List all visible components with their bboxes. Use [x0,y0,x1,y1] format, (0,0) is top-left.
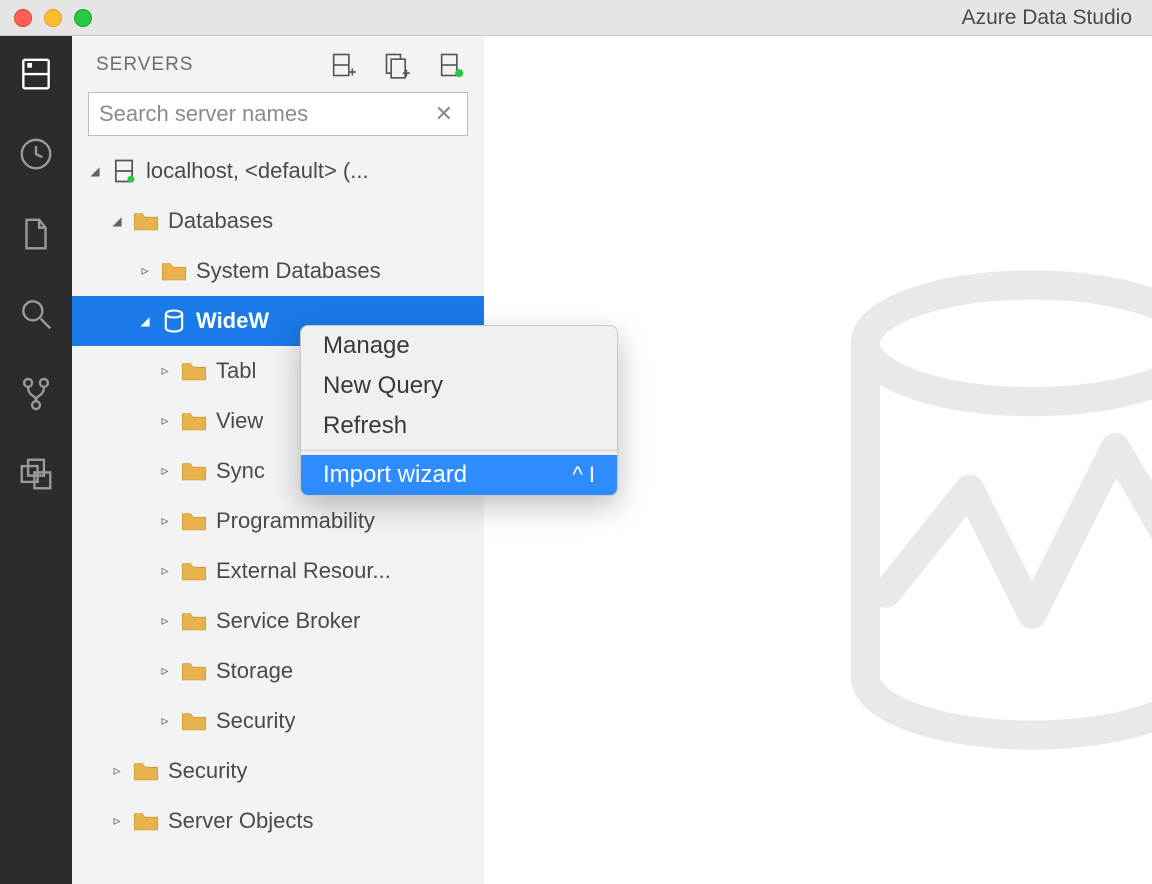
tree-server-node[interactable]: localhost, <default> (... [72,146,484,196]
clear-search-icon[interactable]: ✕ [431,101,457,127]
menu-item-label: Refresh [323,412,407,440]
menu-separator [301,450,617,451]
menu-item-new-query[interactable]: New Query [301,366,617,406]
tree-databases-node[interactable]: Databases [72,196,484,246]
tree-folder-node[interactable]: Programmability [72,496,484,546]
menu-item-manage[interactable]: Manage [301,326,617,366]
folder-icon [180,657,208,685]
tree-label: Security [168,758,247,784]
servers-activity-icon[interactable] [14,52,58,96]
tree-label: Databases [168,208,273,234]
menu-item-refresh[interactable]: Refresh [301,406,617,446]
chevron-right-icon[interactable] [156,462,174,480]
tree-label: Server Objects [168,808,314,834]
maximize-window-button[interactable] [74,9,92,27]
explorer-activity-icon[interactable] [14,212,58,256]
tree-server-objects-node[interactable]: Server Objects [72,796,484,846]
menu-item-label: Manage [323,332,410,360]
tree-label: Service Broker [216,608,360,634]
chevron-right-icon[interactable] [156,612,174,630]
sidebar-title: SERVERS [96,54,328,76]
new-connection-icon[interactable] [328,50,358,80]
show-active-connections-icon[interactable] [436,50,466,80]
window-controls [0,9,92,27]
source-control-activity-icon[interactable] [14,372,58,416]
tree-label: External Resour... [216,558,391,584]
chevron-right-icon[interactable] [136,262,154,280]
history-activity-icon[interactable] [14,132,58,176]
tree-label: Tabl [216,358,256,384]
folder-icon [180,507,208,535]
chevron-right-icon[interactable] [108,812,126,830]
chevron-right-icon[interactable] [156,512,174,530]
tree-label: localhost, <default> (... [146,158,369,184]
extensions-activity-icon[interactable] [14,452,58,496]
tree-system-databases-node[interactable]: System Databases [72,246,484,296]
folder-icon [180,707,208,735]
tree-folder-node[interactable]: Storage [72,646,484,696]
app-watermark-icon [822,260,1152,760]
tree-label: Security [216,708,295,734]
folder-icon [180,557,208,585]
close-window-button[interactable] [14,9,32,27]
chevron-down-icon[interactable] [108,212,126,230]
tree-folder-node[interactable]: Service Broker [72,596,484,646]
tree-label: Sync [216,458,265,484]
menu-item-shortcut: ^ I [572,462,595,488]
search-input[interactable] [99,101,431,127]
folder-icon [180,607,208,635]
folder-icon [180,407,208,435]
menu-item-label: New Query [323,372,443,400]
database-icon [160,307,188,335]
folder-icon [160,257,188,285]
menu-item-label: Import wizard [323,461,467,489]
minimize-window-button[interactable] [44,9,62,27]
chevron-right-icon[interactable] [156,662,174,680]
chevron-right-icon[interactable] [156,562,174,580]
chevron-right-icon[interactable] [156,412,174,430]
tree-label: Programmability [216,508,375,534]
window-title: Azure Data Studio [962,6,1132,30]
tree-label: View [216,408,263,434]
folder-icon [132,757,160,785]
new-server-group-icon[interactable] [382,50,412,80]
chevron-right-icon[interactable] [156,362,174,380]
menu-item-import-wizard[interactable]: Import wizard ^ I [301,455,617,495]
folder-icon [180,457,208,485]
tree-security-node[interactable]: Security [72,746,484,796]
chevron-right-icon[interactable] [108,762,126,780]
search-activity-icon[interactable] [14,292,58,336]
server-tree: localhost, <default> (... Databases Syst… [72,146,484,884]
server-icon [110,157,138,185]
tree-label: System Databases [196,258,381,284]
chevron-down-icon[interactable] [86,162,104,180]
folder-icon [132,807,160,835]
tree-folder-node[interactable]: Security [72,696,484,746]
titlebar: Azure Data Studio [0,0,1152,36]
activity-bar [0,36,72,884]
tree-folder-node[interactable]: External Resour... [72,546,484,596]
search-box[interactable]: ✕ [88,92,468,136]
context-menu: Manage New Query Refresh Import wizard ^… [300,325,618,496]
tree-label: Storage [216,658,293,684]
chevron-down-icon[interactable] [136,312,154,330]
chevron-right-icon[interactable] [156,712,174,730]
sidebar-header: SERVERS [72,36,484,92]
folder-icon [132,207,160,235]
folder-icon [180,357,208,385]
tree-label: WideW [196,308,269,334]
